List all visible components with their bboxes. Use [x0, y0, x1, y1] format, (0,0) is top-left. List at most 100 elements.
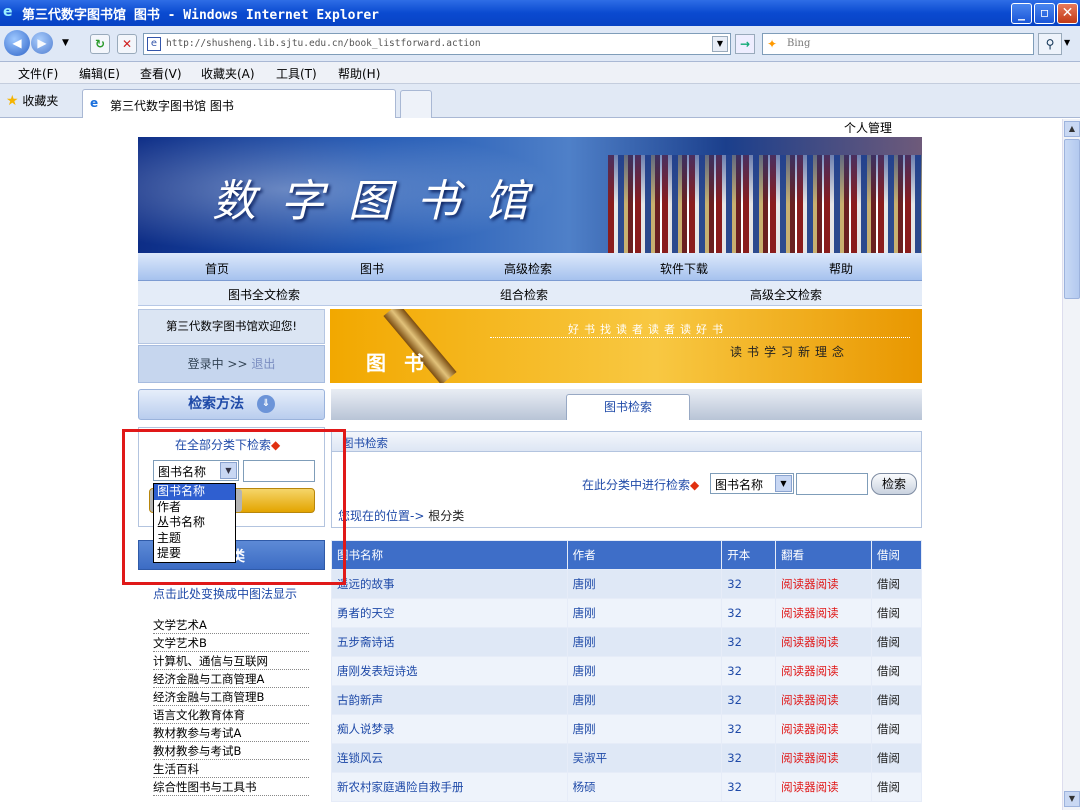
search-dropdown-icon[interactable]: ▼ [1064, 38, 1070, 47]
category-item[interactable]: 教材教参与考试A [153, 724, 309, 742]
read-online-link[interactable]: 阅读器阅读 [775, 569, 873, 599]
scroll-down-icon[interactable]: ▼ [1064, 791, 1080, 807]
book-title-link[interactable]: 连锁风云 [331, 743, 568, 773]
column-header-title[interactable]: 图书名称 [331, 540, 568, 570]
go-button[interactable]: → [735, 34, 755, 54]
read-online-link[interactable]: 阅读器阅读 [775, 656, 873, 686]
tab-book-search[interactable]: 图书检索 [566, 394, 690, 420]
right-field-select[interactable]: 图书名称 ▼ [710, 473, 794, 494]
menu-tools[interactable]: 工具(T) [276, 65, 317, 82]
author-link[interactable]: 唐刚 [566, 598, 723, 628]
right-search-input[interactable] [796, 473, 868, 495]
book-title-link[interactable]: 勇者的天空 [331, 598, 568, 628]
read-online-link[interactable]: 阅读器阅读 [775, 714, 873, 744]
left-field-select[interactable]: 图书名称 ▼ [153, 460, 239, 481]
address-field[interactable]: e http://shusheng.lib.sjtu.edu.cn/book_l… [143, 33, 731, 55]
borrow-link[interactable]: 借阅 [871, 627, 922, 657]
sub-nav: 图书全文检索 组合检索 高级全文检索 [138, 281, 922, 306]
search-method-toggle[interactable]: 检索方法 ⇓ [138, 389, 325, 420]
dropdown-option[interactable]: 提要 [154, 546, 235, 562]
menu-edit[interactable]: 编辑(E) [79, 65, 120, 82]
borrow-link[interactable]: 借阅 [871, 598, 922, 628]
chevron-down-icon[interactable]: ▼ [220, 462, 237, 479]
borrow-link[interactable]: 借阅 [871, 685, 922, 715]
read-online-link[interactable]: 阅读器阅读 [775, 772, 873, 802]
scroll-thumb[interactable] [1064, 139, 1080, 299]
category-item[interactable]: 语言文化教育体育 [153, 706, 309, 724]
nav-advanced-search[interactable]: 高级检索 [504, 260, 552, 277]
personal-management-link[interactable]: 个人管理 [844, 119, 892, 136]
author-link[interactable]: 杨硕 [566, 772, 723, 802]
borrow-link[interactable]: 借阅 [871, 714, 922, 744]
read-online-link[interactable]: 阅读器阅读 [775, 743, 873, 773]
close-button[interactable]: ✕ [1057, 3, 1078, 24]
left-search-input[interactable] [243, 460, 315, 482]
subnav-advanced-fulltext[interactable]: 高级全文检索 [750, 286, 822, 303]
book-title-link[interactable]: 新农村家庭遇险自救手册 [331, 772, 568, 802]
forward-button[interactable]: ▶ [31, 32, 53, 54]
column-header-author[interactable]: 作者 [566, 540, 723, 570]
read-online-link[interactable]: 阅读器阅读 [775, 627, 873, 657]
minimize-button[interactable]: _ [1011, 3, 1032, 24]
author-link[interactable]: 吴淑平 [566, 743, 723, 773]
category-item[interactable]: 经济金融与工商管理B [153, 688, 309, 706]
dropdown-option[interactable]: 作者 [154, 500, 235, 516]
book-title-link[interactable]: 唐刚发表短诗选 [331, 656, 568, 686]
column-header-format[interactable]: 开本 [721, 540, 777, 570]
read-online-link[interactable]: 阅读器阅读 [775, 685, 873, 715]
category-item[interactable]: 文学艺术A [153, 616, 309, 634]
borrow-link[interactable]: 借阅 [871, 569, 922, 599]
nav-software-download[interactable]: 软件下载 [660, 260, 708, 277]
maximize-button[interactable]: ▫ [1034, 3, 1055, 24]
borrow-link[interactable]: 借阅 [871, 772, 922, 802]
subnav-combined[interactable]: 组合检索 [500, 286, 548, 303]
favorites-button[interactable]: ★ 收藏夹 [6, 92, 58, 109]
book-title-link[interactable]: 古韵新声 [331, 685, 568, 715]
borrow-link[interactable]: 借阅 [871, 656, 922, 686]
book-title-link[interactable]: 五步斋诗话 [331, 627, 568, 657]
search-button[interactable]: 检索 [871, 473, 917, 495]
subnav-fulltext[interactable]: 图书全文检索 [228, 286, 300, 303]
author-link[interactable]: 唐刚 [566, 714, 723, 744]
refresh-button[interactable]: ↻ [90, 34, 110, 54]
table-row: 勇者的天空 唐刚 32 阅读器阅读 借阅 [331, 598, 922, 628]
logout-link[interactable]: 退出 [251, 357, 275, 371]
borrow-link[interactable]: 借阅 [871, 743, 922, 773]
breadcrumb-current: 根分类 [428, 509, 465, 523]
read-online-link[interactable]: 阅读器阅读 [775, 598, 873, 628]
search-icon[interactable]: ⚲ [1038, 33, 1062, 55]
url-dropdown-icon[interactable]: ▼ [712, 36, 728, 52]
author-link[interactable]: 唐刚 [566, 627, 723, 657]
menu-help[interactable]: 帮助(H) [338, 65, 380, 82]
dropdown-option[interactable]: 图书名称 [154, 484, 235, 500]
vertical-scrollbar[interactable]: ▲ ▼ [1062, 119, 1080, 810]
category-item[interactable]: 计算机、通信与互联网 [153, 652, 309, 670]
back-button[interactable]: ◀ [4, 30, 30, 56]
author-link[interactable]: 唐刚 [566, 685, 723, 715]
book-title-link[interactable]: 痴人说梦录 [331, 714, 568, 744]
history-dropdown-icon[interactable]: ▼ [62, 38, 69, 48]
switch-classification-link[interactable]: 点击此处变换成中图法显示 [153, 585, 297, 602]
author-link[interactable]: 唐刚 [566, 656, 723, 686]
nav-help[interactable]: 帮助 [829, 260, 853, 277]
stop-button[interactable]: ✕ [117, 34, 137, 54]
menu-view[interactable]: 查看(V) [140, 65, 182, 82]
search-field[interactable]: ✦ Bing [762, 33, 1034, 55]
menu-file[interactable]: 文件(F) [18, 65, 58, 82]
category-item[interactable]: 经济金融与工商管理A [153, 670, 309, 688]
scroll-up-icon[interactable]: ▲ [1064, 121, 1080, 137]
tab-active[interactable]: e 第三代数字图书馆 图书 [82, 89, 396, 118]
new-tab-button[interactable] [400, 90, 432, 118]
category-item[interactable]: 文学艺术B [153, 634, 309, 652]
author-link[interactable]: 唐刚 [566, 569, 723, 599]
nav-home[interactable]: 首页 [205, 260, 229, 277]
dropdown-option[interactable]: 主题 [154, 531, 235, 547]
menu-favorites[interactable]: 收藏夹(A) [201, 65, 255, 82]
book-title-link[interactable]: 遥远的故事 [331, 569, 568, 599]
dropdown-option[interactable]: 丛书名称 [154, 515, 235, 531]
nav-books[interactable]: 图书 [360, 260, 384, 277]
category-item[interactable]: 综合性图书与工具书 [153, 778, 309, 796]
category-item[interactable]: 教材教参与考试B [153, 742, 309, 760]
chevron-down-icon[interactable]: ▼ [775, 475, 792, 492]
category-item[interactable]: 生活百科 [153, 760, 309, 778]
